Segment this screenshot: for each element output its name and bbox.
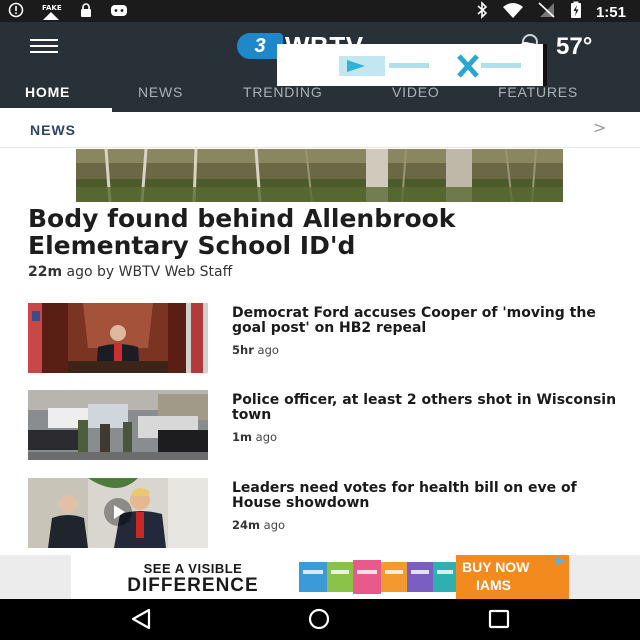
ad-line1: SEE A VISIBLE (143, 561, 243, 576)
story-meta: 5hr ago (232, 343, 279, 357)
hero-headline[interactable]: Body found behind Allenbrook Elementary … (28, 205, 618, 259)
bluetooth-icon (476, 1, 488, 24)
ad-line2: DIFFERENCE (127, 575, 259, 596)
temperature: 57° (556, 33, 593, 60)
ad-buy-now: BUY NOW (462, 559, 530, 575)
chevron-right-icon[interactable]: > (593, 118, 606, 137)
story-title[interactable]: Leaders need votes for health bill on ev… (232, 481, 622, 511)
story-item[interactable]: Leaders need votes for health bill on ev… (0, 478, 640, 550)
story-thumbnail (28, 478, 208, 548)
battery-charging-icon (570, 1, 582, 24)
story-ago: ago (253, 343, 279, 357)
wifi-icon (502, 2, 524, 23)
story-meta: 1m ago (232, 430, 277, 444)
ad-cta-panel[interactable]: BUY NOW IAMS (456, 555, 569, 599)
story-ago: ago (260, 518, 286, 532)
hero-meta: 22m ago by WBTV Web Staff (28, 264, 232, 280)
hero-image[interactable] (76, 149, 563, 202)
story-time: 5hr (232, 343, 254, 357)
tab-bar: HOME NEWS TRENDING VIDEO FEATURES (0, 78, 640, 112)
recents-icon[interactable] (486, 608, 512, 630)
home-icon[interactable] (306, 608, 332, 630)
story-title[interactable]: Democrat Ford accuses Cooper of 'moving … (232, 306, 622, 336)
ad-choices-icon[interactable] (555, 556, 567, 566)
ad-brand: IAMS (476, 577, 511, 593)
hero-timestamp: 22m (28, 264, 63, 280)
story-meta: 24m ago (232, 518, 285, 532)
game-controller-icon (110, 2, 128, 23)
ad-headline: SEE A VISIBLE DIFFERENCE (93, 561, 293, 596)
section-header[interactable]: NEWS > (0, 112, 640, 148)
cell-signal-off-icon (538, 2, 556, 23)
tab-home[interactable]: HOME (25, 84, 70, 100)
story-ago: ago (252, 430, 278, 444)
menu-icon[interactable] (30, 39, 58, 53)
fake-notification-icon: FAKE (40, 4, 62, 22)
bottom-ad-bar: SEE A VISIBLE DIFFERENCE BUY NOW IAMS (0, 555, 640, 599)
story-time: 24m (232, 518, 260, 532)
status-bar: FAKE 1:51 (0, 0, 640, 22)
app-header: 3 WBTV 57° HOME NEWS TRENDING VIDEO FEAT… (0, 22, 640, 112)
bottom-banner-ad[interactable]: SEE A VISIBLE DIFFERENCE BUY NOW IAMS (71, 555, 569, 599)
tab-trending[interactable]: TRENDING (243, 84, 323, 100)
story-item[interactable]: Police officer, at least 2 others shot i… (0, 390, 640, 462)
status-time: 1:51 (595, 3, 626, 21)
system-nav-bar (0, 599, 640, 640)
hero-byline: ago by WBTV Web Staff (62, 264, 233, 280)
story-item[interactable]: Democrat Ford accuses Cooper of 'moving … (0, 303, 640, 375)
alert-circle-icon (8, 2, 24, 23)
tab-video[interactable]: VIDEO (392, 84, 440, 100)
section-title: NEWS (30, 122, 76, 138)
story-time: 1m (232, 430, 252, 444)
lock-icon (78, 2, 94, 23)
story-thumbnail (28, 303, 208, 373)
tab-features[interactable]: FEATURES (498, 84, 578, 100)
story-title[interactable]: Police officer, at least 2 others shot i… (232, 393, 622, 423)
story-thumbnail (28, 390, 208, 460)
tab-news[interactable]: NEWS (138, 84, 183, 100)
back-icon[interactable] (128, 608, 154, 630)
